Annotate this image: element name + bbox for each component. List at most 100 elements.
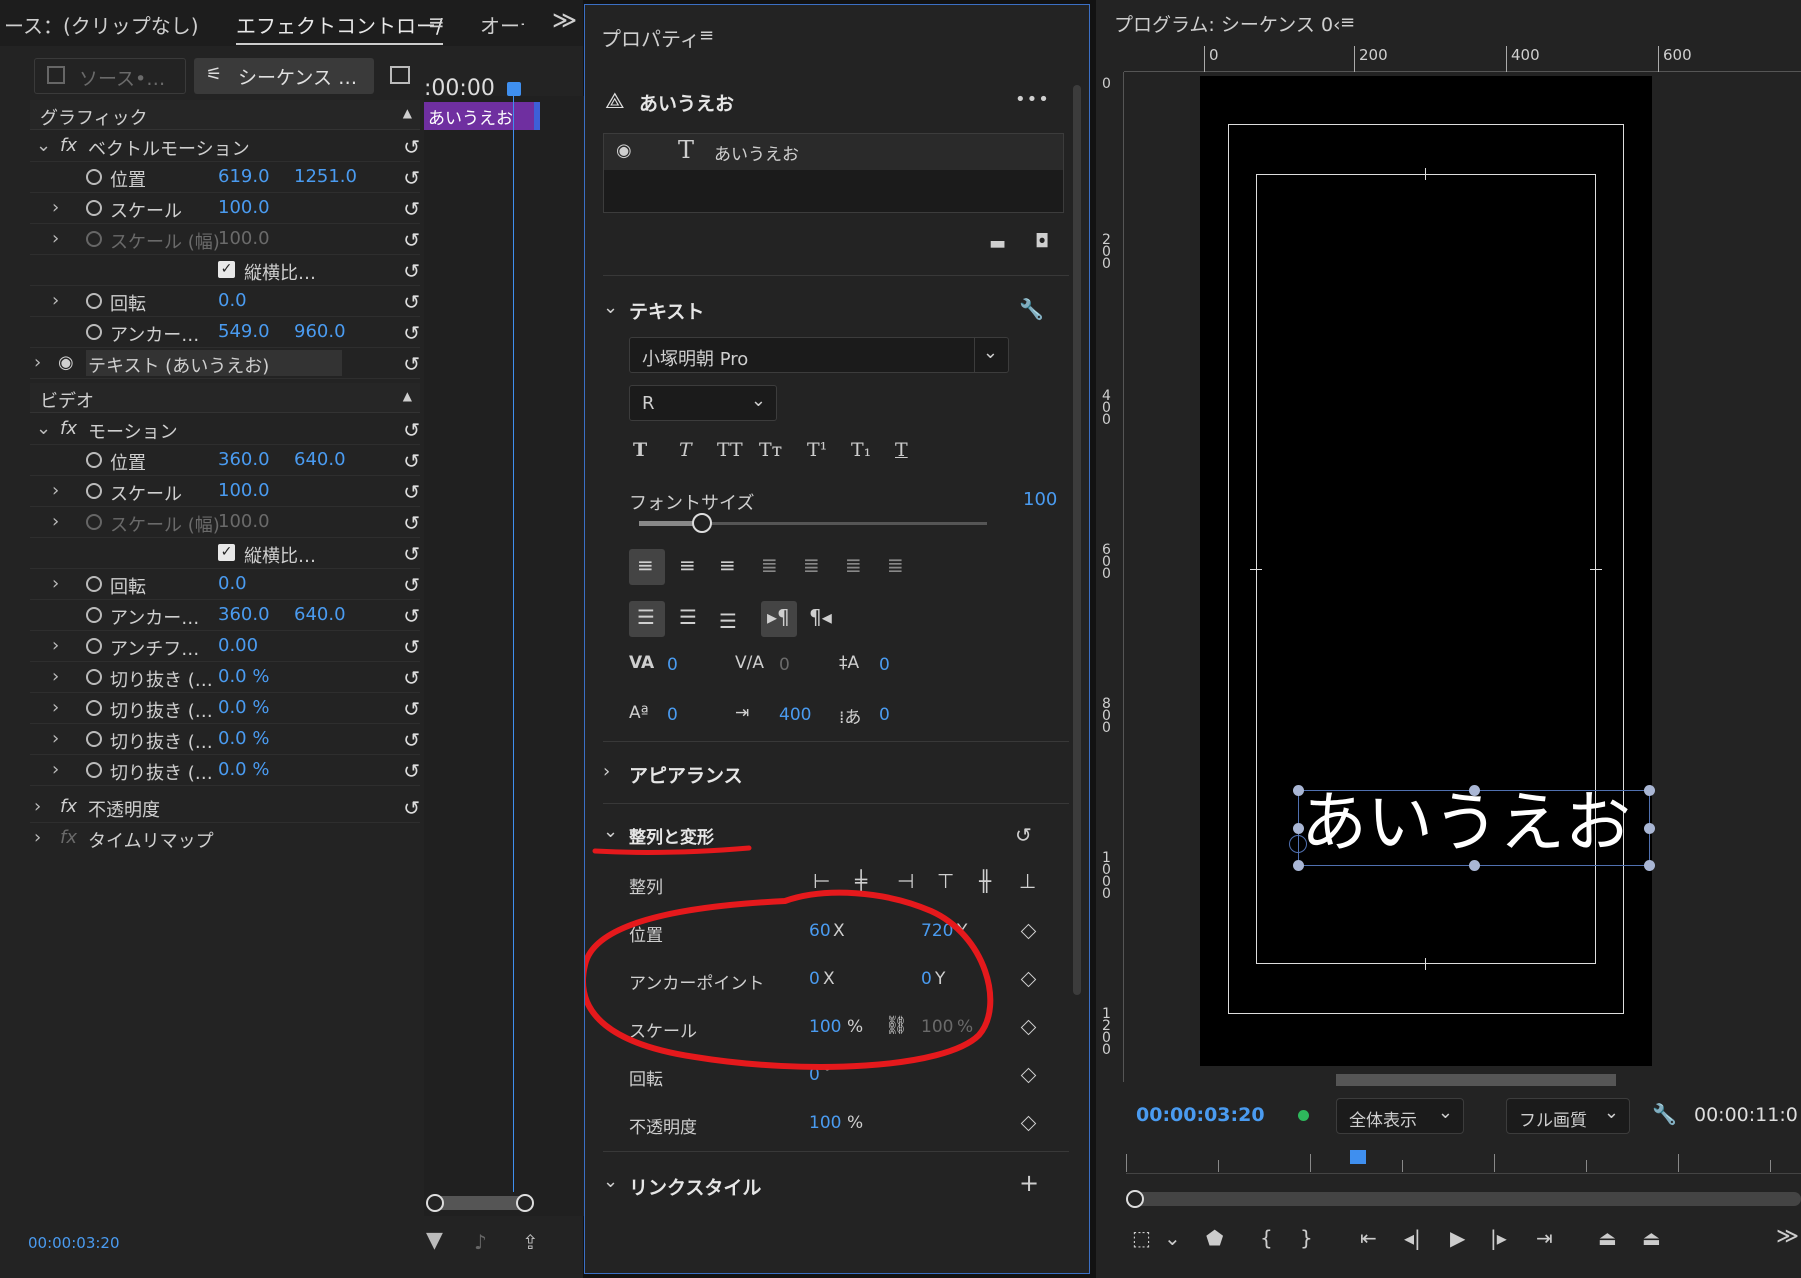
value-y[interactable]: 960.0 [294, 321, 346, 342]
value[interactable]: 0.0 % [218, 728, 269, 749]
zoom-handle-right[interactable] [516, 1194, 534, 1212]
mini-timeline[interactable]: :00:00 あいうえお [424, 76, 584, 1216]
effect-vector-motion[interactable]: ⌄ fx ベクトルモーション ↺ [30, 131, 420, 162]
current-timecode[interactable]: 00:00:03:20 [28, 1234, 120, 1252]
reset-icon[interactable]: ↺ [403, 352, 420, 376]
timeline-clip[interactable]: あいうえお [424, 102, 540, 130]
tab-audio[interactable]: オーディ [480, 10, 524, 39]
transform-handle[interactable] [1644, 823, 1655, 834]
reset-icon[interactable]: ↺ [403, 542, 420, 566]
monitor-time-ruler[interactable] [1126, 1150, 1801, 1174]
monitor-zoom-scrollbar[interactable] [1126, 1190, 1801, 1208]
playhead-timecode[interactable]: 00:00:03:20 [1136, 1104, 1265, 1126]
chevron-right-icon[interactable]: › [52, 666, 59, 687]
source-button[interactable]: ソース•… [34, 58, 186, 94]
reset-icon[interactable]: ↺ [403, 166, 420, 190]
audio-only-icon[interactable]: ♪ [474, 1230, 487, 1254]
mark-in-icon[interactable]: { [1260, 1226, 1273, 1250]
canvas-text[interactable]: あいうえお [1301, 783, 1631, 863]
reset-icon[interactable]: ↺ [403, 480, 420, 504]
play-icon[interactable]: ▶ [1450, 1226, 1465, 1250]
safe-margins-icon[interactable]: ⬚ [1132, 1226, 1151, 1250]
chevron-down-icon[interactable]: ⌄ [36, 135, 51, 156]
mark-out-icon[interactable]: } [1300, 1226, 1313, 1250]
reset-icon[interactable]: ↺ [403, 635, 420, 659]
stopwatch-icon[interactable] [86, 200, 102, 216]
chevron-right-icon[interactable]: › [52, 480, 59, 501]
value[interactable]: 0.0 % [218, 759, 269, 780]
step-forward-icon[interactable]: |▸ [1490, 1226, 1507, 1250]
video-canvas[interactable]: あいうえお [1200, 76, 1655, 1066]
reset-icon[interactable]: ↺ [403, 259, 420, 283]
chevron-right-icon[interactable]: › [52, 290, 59, 311]
lift-icon[interactable]: ⏏ [1598, 1226, 1617, 1250]
go-to-in-icon[interactable]: ⇤ [1360, 1226, 1377, 1250]
tab-source[interactable]: ース：(クリップなし) [4, 10, 199, 39]
stopwatch-icon[interactable] [86, 731, 102, 747]
chevron-right-icon[interactable]: › [52, 228, 59, 249]
chevron-right-icon[interactable]: › [52, 573, 59, 594]
text-layer-row[interactable]: › ◉ テキスト (あいうえお) ↺ [30, 348, 420, 379]
value-y[interactable]: 640.0 [294, 449, 346, 470]
canvas-scrollbar[interactable] [1336, 1074, 1616, 1086]
effect-time-remap[interactable]: › fx タイムリマップ [30, 823, 420, 854]
stopwatch-icon[interactable] [86, 607, 102, 623]
extract-icon[interactable]: ⏏ [1642, 1226, 1661, 1250]
stopwatch-icon[interactable] [86, 169, 102, 185]
reset-icon[interactable]: ↺ [403, 290, 420, 314]
collapse-up-icon[interactable]: ▲ [403, 106, 412, 120]
filter-icon[interactable]: ▼ [426, 1228, 443, 1253]
panel-menu-icon[interactable]: ≡ [428, 10, 445, 34]
stopwatch-icon[interactable] [86, 576, 102, 592]
chevron-right-icon[interactable]: › [34, 352, 41, 373]
reset-icon[interactable]: ↺ [403, 697, 420, 721]
zoom-handle-left[interactable] [1126, 1190, 1144, 1208]
panel-toggle-icon[interactable] [390, 66, 410, 84]
stopwatch-icon[interactable] [86, 700, 102, 716]
transform-handle[interactable] [1293, 860, 1304, 871]
value[interactable]: 100.0 [218, 480, 270, 501]
reset-icon[interactable]: ↺ [403, 321, 420, 345]
value[interactable]: 0.0 [218, 290, 247, 311]
add-marker-icon[interactable]: ⬟ [1206, 1226, 1223, 1250]
zoom-level-select[interactable]: 全体表示 ⌄ [1336, 1098, 1464, 1134]
reset-icon[interactable]: ↺ [403, 449, 420, 473]
stopwatch-icon[interactable] [86, 324, 102, 340]
value-x[interactable]: 360.0 [218, 449, 270, 470]
value-x[interactable]: 549.0 [218, 321, 270, 342]
value[interactable]: 0.0 % [218, 697, 269, 718]
more-tabs-icon[interactable]: ≫ [552, 6, 577, 34]
chevron-down-icon[interactable]: ⌄ [1164, 1226, 1181, 1250]
chevron-right-icon[interactable]: › [52, 728, 59, 749]
zoom-handle-left[interactable] [426, 1194, 444, 1212]
reset-icon[interactable]: ↺ [403, 759, 420, 783]
chevron-right-icon[interactable]: › [52, 197, 59, 218]
playback-resolution-select[interactable]: フル画質 ⌄ [1506, 1098, 1630, 1134]
stopwatch-icon[interactable] [86, 638, 102, 654]
chevron-right-icon[interactable]: › [52, 511, 59, 532]
panel-title[interactable]: プログラム: シーケンス 0‹ [1114, 10, 1341, 37]
timeline-zoom-scrollbar[interactable] [426, 1194, 534, 1212]
reset-icon[interactable]: ↺ [403, 666, 420, 690]
value-x[interactable]: 619.0 [218, 166, 270, 187]
stopwatch-icon[interactable] [86, 452, 102, 468]
transform-handle[interactable] [1293, 785, 1304, 796]
checkbox-checked-icon[interactable]: ✓ [218, 261, 235, 278]
playhead-marker-icon[interactable] [1350, 1150, 1366, 1164]
value[interactable]: 0.00 [218, 635, 258, 656]
go-to-out-icon[interactable]: ⇥ [1536, 1226, 1553, 1250]
reset-icon[interactable]: ↺ [403, 135, 420, 159]
wrench-icon[interactable]: 🔧 [1652, 1102, 1677, 1126]
stopwatch-icon[interactable] [86, 293, 102, 309]
value-y[interactable]: 1251.0 [294, 166, 357, 187]
value-x[interactable]: 360.0 [218, 604, 270, 625]
clip-end-handle[interactable] [534, 102, 540, 130]
value[interactable]: 100.0 [218, 197, 270, 218]
more-controls-icon[interactable]: ≫ [1776, 1224, 1799, 1249]
transform-handle[interactable] [1293, 823, 1304, 834]
checkbox-checked-icon[interactable]: ✓ [218, 544, 235, 561]
stopwatch-icon[interactable] [86, 483, 102, 499]
chevron-right-icon[interactable]: › [52, 759, 59, 780]
text-bounding-box[interactable]: あいうえお [1289, 784, 1655, 871]
reset-icon[interactable]: ↺ [403, 796, 420, 820]
